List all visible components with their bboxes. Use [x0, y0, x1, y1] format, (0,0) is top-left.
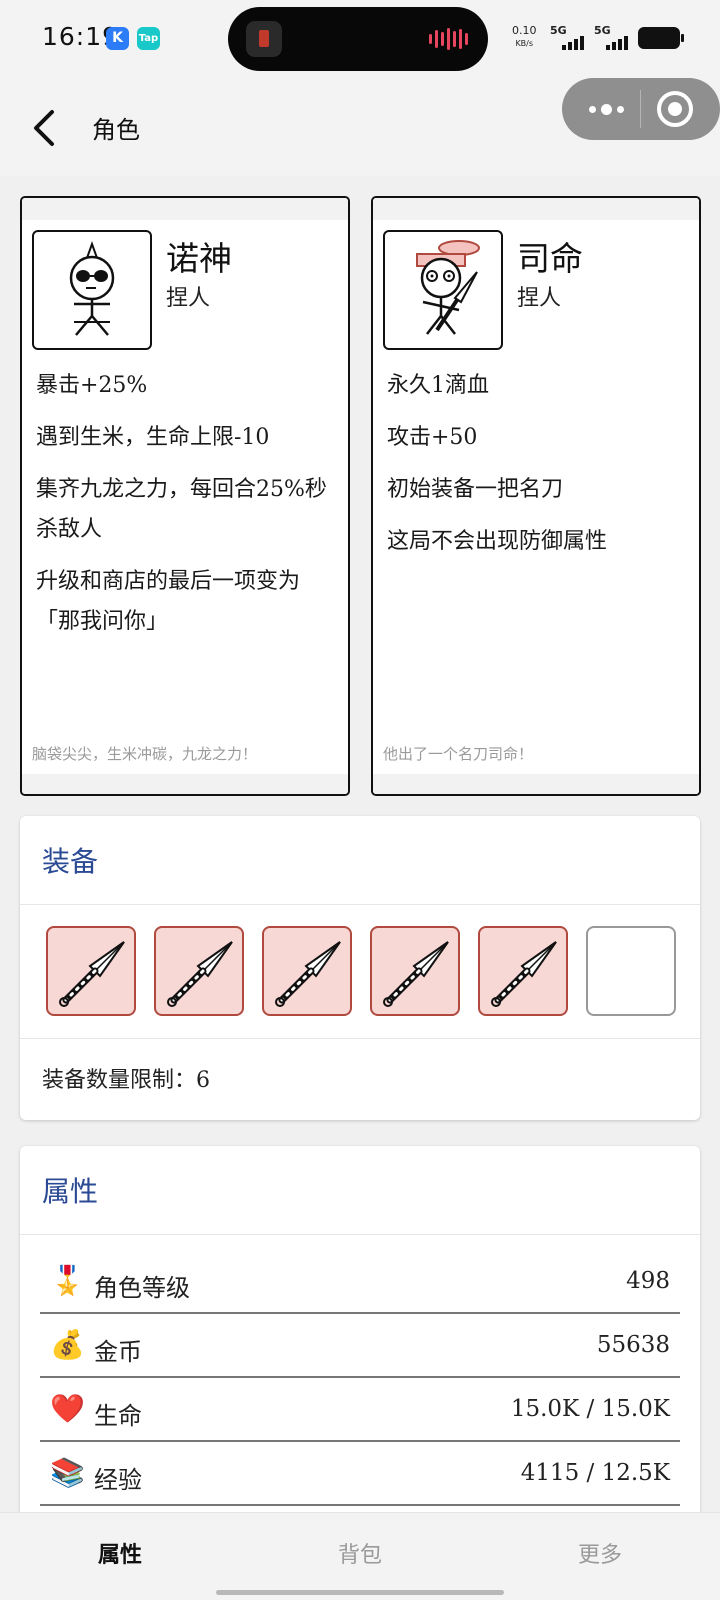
stick-figure-kunai-icon — [416, 240, 480, 335]
mini-program-capsule — [562, 78, 720, 140]
bottom-tab-bar: 属性 背包 更多 — [0, 1512, 720, 1600]
character-class: 捏人 — [517, 286, 562, 311]
now-playing-icon — [246, 21, 282, 57]
attribute-label: 生命 — [94, 1402, 142, 1430]
network-speed-unit: KB/s — [515, 39, 534, 48]
character-traits: 永久1滴血 攻击+50 初始装备一把名刀 这局不会出现防御属性 — [387, 366, 683, 574]
trait-text: 初始装备一把名刀 — [387, 477, 564, 502]
attribute-value: 4115 / 12.5K — [520, 1460, 670, 1486]
attribute-label: 经验 — [94, 1466, 142, 1494]
kunai-icon — [167, 941, 233, 1007]
heart-icon: ❤️ — [50, 1392, 85, 1425]
attribute-label: 金币 — [94, 1338, 142, 1366]
more-options-button[interactable] — [576, 88, 636, 130]
divider — [20, 904, 700, 905]
character-name: 司命 — [517, 239, 583, 278]
attribute-value: 55638 — [596, 1332, 670, 1358]
taptap-app-icon: Tap — [137, 27, 160, 50]
trait-text: 升级和商店的最后一项变为「那我问你」 — [36, 569, 301, 634]
chevron-left-icon — [34, 110, 54, 146]
kunai-icon — [275, 941, 341, 1007]
dot-icon — [600, 103, 612, 115]
stick-figure-sunglasses-icon — [69, 241, 115, 336]
equipment-slot-empty[interactable] — [586, 926, 676, 1016]
home-indicator[interactable] — [216, 1590, 504, 1595]
character-card-nuoshen[interactable]: 诺神 捏人 暴击+25% 遇到生米，生命上限-10 集齐九龙之力，每回合25%秒… — [20, 196, 350, 796]
character-quote: 脑袋尖尖，生米冲碳，九龙之力！ — [32, 745, 258, 763]
character-quote: 他出了一个名刀司命！ — [383, 745, 534, 763]
character-card-siming[interactable]: 司命 捏人 永久1滴血 攻击+50 初始装备一把名刀 这局不会出现防御属性 他出… — [371, 196, 701, 796]
equipment-slot-kunai[interactable] — [46, 926, 136, 1016]
character-portrait — [383, 230, 503, 350]
character-class: 捏人 — [166, 286, 211, 311]
trait-text: 集齐九龙之力，每回合25%秒杀敌人 — [36, 477, 327, 542]
tab-attributes[interactable]: 属性 — [60, 1537, 180, 1569]
trait-text: 暴击+25% — [36, 373, 148, 398]
battery-icon — [638, 27, 684, 49]
attributes-list: 🎖️ 角色等级 498 💰 金币 55638 ❤️ 生命 15.0K / 15.… — [40, 1250, 680, 1506]
equipment-section: 装备 装备数量限制：6 — [20, 816, 700, 1120]
kunai-icon — [491, 941, 557, 1007]
kunai-icon — [383, 941, 449, 1007]
character-portrait — [32, 230, 152, 350]
equipment-title: 装备 — [42, 845, 99, 878]
equipment-limit-text: 装备数量限制：6 — [42, 1068, 210, 1093]
audio-wave-icon — [429, 27, 468, 51]
attribute-row-level: 🎖️ 角色等级 498 — [40, 1250, 680, 1314]
status-bar: 16:19 K Tap 0.10 KB/s 5G 5G — [0, 0, 720, 78]
tab-more[interactable]: 更多 — [540, 1537, 660, 1569]
trait-text: 永久1滴血 — [387, 373, 489, 398]
medal-icon: 🎖️ — [50, 1264, 85, 1297]
dot-icon — [588, 105, 596, 113]
divider — [20, 1038, 700, 1039]
back-button[interactable] — [26, 106, 66, 150]
character-name: 诺神 — [166, 239, 232, 278]
attribute-label: 角色等级 — [94, 1274, 190, 1302]
attribute-row-health: ❤️ 生命 15.0K / 15.0K — [40, 1378, 680, 1442]
divider — [20, 1234, 700, 1235]
capsule-divider — [640, 90, 641, 128]
tab-backpack[interactable]: 背包 — [300, 1537, 420, 1569]
kunai-icon — [59, 941, 125, 1007]
attribute-row-gold: 💰 金币 55638 — [40, 1314, 680, 1378]
attribute-row-experience: 📚 经验 4115 / 12.5K — [40, 1442, 680, 1506]
trait-text: 遇到生米，生命上限-10 — [36, 425, 270, 450]
equipment-slots — [46, 926, 676, 1016]
dot-icon — [616, 105, 624, 113]
equipment-slot-kunai[interactable] — [478, 926, 568, 1016]
attributes-title: 属性 — [42, 1175, 99, 1208]
page-title: 角色 — [92, 116, 140, 144]
trait-text: 攻击+50 — [387, 425, 478, 450]
attributes-section: 属性 🎖️ 角色等级 498 💰 金币 55638 ❤️ 生命 15.0K / … — [20, 1146, 700, 1566]
attribute-value: 15.0K / 15.0K — [510, 1396, 670, 1422]
money-bag-icon: 💰 — [50, 1328, 85, 1361]
k-app-icon: K — [106, 27, 129, 50]
network-speed-value: 0.10 — [512, 24, 537, 37]
books-icon: 📚 — [50, 1456, 85, 1489]
page-header: 角色 — [0, 78, 720, 176]
equipment-slot-kunai[interactable] — [262, 926, 352, 1016]
dynamic-island[interactable] — [228, 7, 488, 71]
trait-text: 这局不会出现防御属性 — [387, 529, 608, 554]
attribute-value: 498 — [626, 1268, 670, 1294]
equipment-slot-kunai[interactable] — [370, 926, 460, 1016]
close-mini-program-button[interactable] — [657, 91, 693, 127]
character-traits: 暴击+25% 遇到生米，生命上限-10 集齐九龙之力，每回合25%秒杀敌人 升级… — [36, 366, 332, 654]
equipment-slot-kunai[interactable] — [154, 926, 244, 1016]
network-speed: 0.10 KB/s — [512, 24, 537, 50]
